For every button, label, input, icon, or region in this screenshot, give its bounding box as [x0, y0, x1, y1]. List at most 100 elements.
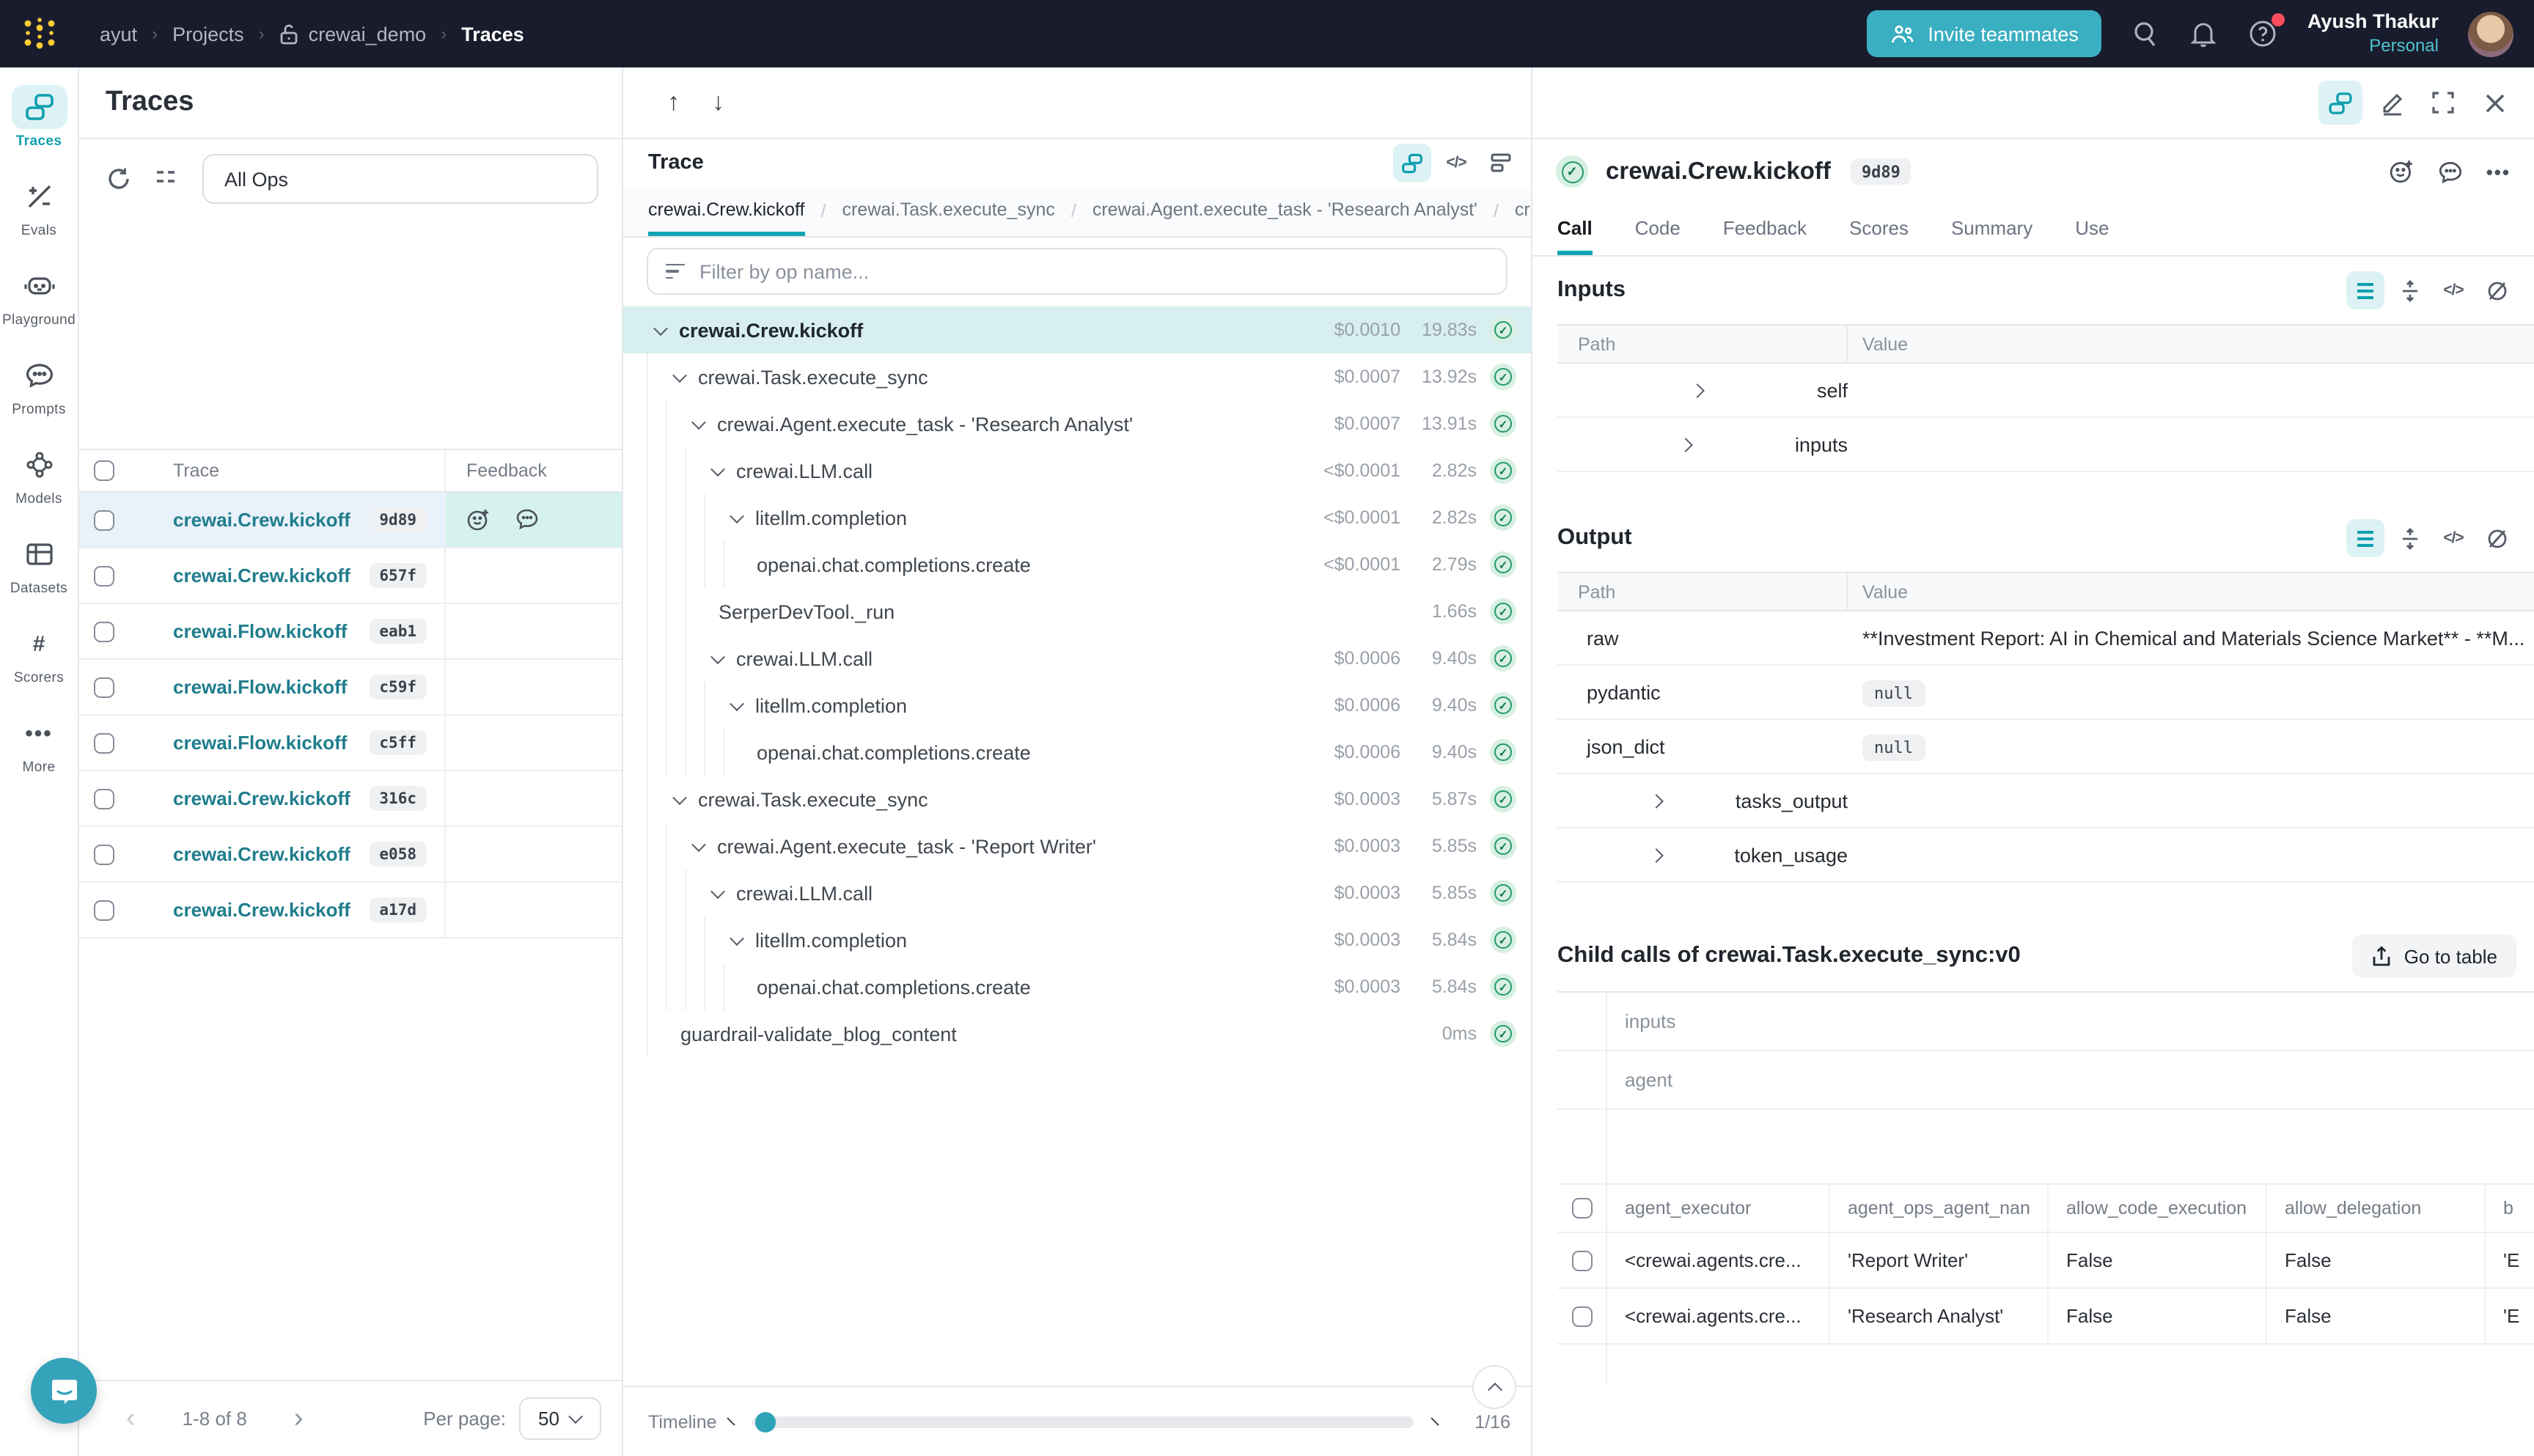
- chevron-right-icon[interactable]: [1578, 850, 1734, 860]
- timeline-slider-knob[interactable]: [755, 1411, 776, 1432]
- chevron-down-icon[interactable]: [666, 794, 692, 804]
- row-checkbox[interactable]: [94, 900, 114, 920]
- timeline-prev-icon[interactable]: [717, 1416, 746, 1427]
- timeline-slider[interactable]: [752, 1416, 1414, 1427]
- expand-rows-icon[interactable]: [2390, 519, 2428, 557]
- sidebar-item-traces[interactable]: Traces: [0, 85, 78, 150]
- table-row[interactable]: crewai.Crew.kickoff e058: [79, 827, 622, 883]
- tab-llm-call[interactable]: crewai.LLM.cal: [1515, 186, 1531, 236]
- show-trace-tree-icon[interactable]: [2318, 81, 2362, 125]
- sidebar-item-prompts[interactable]: Prompts: [0, 353, 78, 418]
- tree-row[interactable]: crewai.Task.execute_sync $0.000713.92s ✓: [623, 353, 1531, 400]
- tree-row[interactable]: crewai.Crew.kickoff $0.001019.83s ✓: [623, 306, 1531, 353]
- comment-icon[interactable]: [515, 507, 540, 532]
- sidebar-item-datasets[interactable]: Datasets: [0, 532, 78, 597]
- code-view-icon[interactable]: </>: [1437, 144, 1475, 182]
- tab-task-execute-sync[interactable]: crewai.Task.execute_sync: [842, 186, 1054, 236]
- trace-link[interactable]: crewai.Crew.kickoff: [173, 509, 350, 531]
- row-checkbox[interactable]: [94, 732, 114, 753]
- tree-row[interactable]: SerperDevTool._run 1.66s ✓: [623, 588, 1531, 635]
- tree-row[interactable]: crewai.LLM.call $0.00035.85s ✓: [623, 869, 1531, 916]
- list-view-icon[interactable]: [2346, 271, 2384, 309]
- breadcrumb-projects[interactable]: Projects: [172, 23, 244, 45]
- invite-teammates-button[interactable]: Invite teammates: [1866, 10, 2102, 57]
- row-checkbox[interactable]: [94, 844, 114, 864]
- tree-row[interactable]: openai.chat.completions.create $0.00069.…: [623, 729, 1531, 776]
- feedback-column-header[interactable]: Feedback: [444, 450, 622, 491]
- fullscreen-icon[interactable]: [2421, 81, 2465, 125]
- hide-values-icon[interactable]: [2478, 271, 2516, 309]
- tree-row[interactable]: crewai.LLM.call <$0.00012.82s ✓: [623, 447, 1531, 494]
- tab-crew-kickoff[interactable]: crewai.Crew.kickoff: [648, 186, 805, 236]
- sidebar-item-models[interactable]: Models: [0, 443, 78, 507]
- output-row-pydantic[interactable]: pydantic null: [1557, 666, 2534, 720]
- tree-row[interactable]: crewai.Task.execute_sync $0.00035.87s ✓: [623, 776, 1531, 823]
- trace-link[interactable]: crewai.Flow.kickoff: [173, 732, 347, 754]
- overflow-menu-icon[interactable]: •••: [2486, 161, 2511, 183]
- annotate-pen-icon[interactable]: [2370, 81, 2414, 125]
- table-row[interactable]: crewai.Flow.kickoff eab1: [79, 604, 622, 660]
- wandb-logo-icon[interactable]: [21, 15, 59, 53]
- trace-link[interactable]: crewai.Crew.kickoff: [173, 899, 350, 921]
- notifications-bell-icon[interactable]: [2190, 19, 2219, 48]
- tree-row[interactable]: openai.chat.completions.create $0.00035.…: [623, 963, 1531, 1010]
- chevron-down-icon[interactable]: [666, 372, 692, 382]
- per-page-select[interactable]: 50: [519, 1397, 601, 1440]
- chevron-down-icon[interactable]: [704, 888, 730, 898]
- add-reaction-icon[interactable]: [466, 507, 491, 532]
- column-header[interactable]: allow_delegation: [2267, 1185, 2486, 1232]
- tree-row[interactable]: crewai.Agent.execute_task - 'Report Writ…: [623, 823, 1531, 869]
- sidebar-item-evals[interactable]: Evals: [0, 174, 78, 239]
- output-row-tasks-output[interactable]: tasks_output: [1557, 774, 2534, 828]
- output-row-token-usage[interactable]: token_usage: [1557, 828, 2534, 883]
- chevron-down-icon[interactable]: [685, 419, 711, 429]
- support-chat-button[interactable]: [31, 1358, 97, 1424]
- chevron-down-icon[interactable]: [685, 841, 711, 851]
- sidebar-item-scorers[interactable]: # Scorers: [0, 622, 78, 686]
- tree-row[interactable]: guardrail-validate_blog_content 0ms ✓: [623, 1010, 1531, 1057]
- row-checkbox[interactable]: [1571, 1250, 1592, 1271]
- select-all-checkbox[interactable]: [94, 460, 114, 481]
- user-info[interactable]: Ayush Thakur Personal: [2307, 10, 2439, 57]
- tab-use[interactable]: Use: [2075, 204, 2109, 255]
- list-view-icon[interactable]: [2346, 519, 2384, 557]
- expand-rows-icon[interactable]: [2390, 271, 2428, 309]
- trace-link[interactable]: crewai.Crew.kickoff: [173, 787, 350, 809]
- tree-row[interactable]: crewai.LLM.call $0.00069.40s ✓: [623, 635, 1531, 682]
- column-header[interactable]: allow_code_execution: [2049, 1185, 2267, 1232]
- tree-row[interactable]: litellm.completion $0.00035.84s ✓: [623, 916, 1531, 963]
- collapse-timeline-button[interactable]: [1472, 1365, 1516, 1409]
- table-row[interactable]: crewai.Crew.kickoff a17d: [79, 883, 622, 938]
- avatar[interactable]: [2468, 11, 2513, 56]
- select-all-checkbox[interactable]: [1571, 1198, 1592, 1218]
- chevron-down-icon[interactable]: [704, 466, 730, 476]
- flame-graph-icon[interactable]: [1481, 144, 1519, 182]
- input-row-self[interactable]: self: [1557, 364, 2534, 418]
- output-row-raw[interactable]: raw **Investment Report: AI in Chemical …: [1557, 611, 2534, 666]
- tab-code[interactable]: Code: [1635, 204, 1681, 255]
- input-row-inputs[interactable]: inputs: [1557, 418, 2534, 472]
- tree-row[interactable]: openai.chat.completions.create <$0.00012…: [623, 541, 1531, 588]
- breadcrumb-project[interactable]: crewai_demo: [279, 23, 427, 45]
- comment-icon[interactable]: [2438, 159, 2464, 184]
- tab-call[interactable]: Call: [1557, 204, 1593, 255]
- chevron-right-icon[interactable]: [1578, 385, 1817, 395]
- help-icon[interactable]: [2249, 19, 2278, 48]
- chevron-right-icon[interactable]: [1578, 795, 1736, 806]
- table-row[interactable]: crewai.Flow.kickoff c59f: [79, 660, 622, 716]
- trace-link[interactable]: crewai.Crew.kickoff: [173, 565, 350, 587]
- trace-column-header[interactable]: Trace: [129, 460, 444, 481]
- table-row[interactable]: <crewai.agents.cre... 'Report Writer' Fa…: [1557, 1233, 2534, 1289]
- chevron-down-icon[interactable]: [647, 325, 673, 335]
- search-icon[interactable]: [2131, 19, 2161, 48]
- add-reaction-icon[interactable]: [2390, 158, 2416, 185]
- row-checkbox[interactable]: [94, 510, 114, 530]
- column-header[interactable]: agent_executor: [1607, 1185, 1830, 1232]
- timeline-next-icon[interactable]: [1420, 1416, 1449, 1427]
- chevron-right-icon[interactable]: [1578, 439, 1795, 449]
- row-checkbox[interactable]: [94, 621, 114, 641]
- table-row[interactable]: crewai.Flow.kickoff c5ff: [79, 716, 622, 771]
- tree-row[interactable]: litellm.completion $0.00069.40s ✓: [623, 682, 1531, 729]
- row-checkbox[interactable]: [94, 565, 114, 586]
- code-view-icon[interactable]: </>: [2434, 271, 2472, 309]
